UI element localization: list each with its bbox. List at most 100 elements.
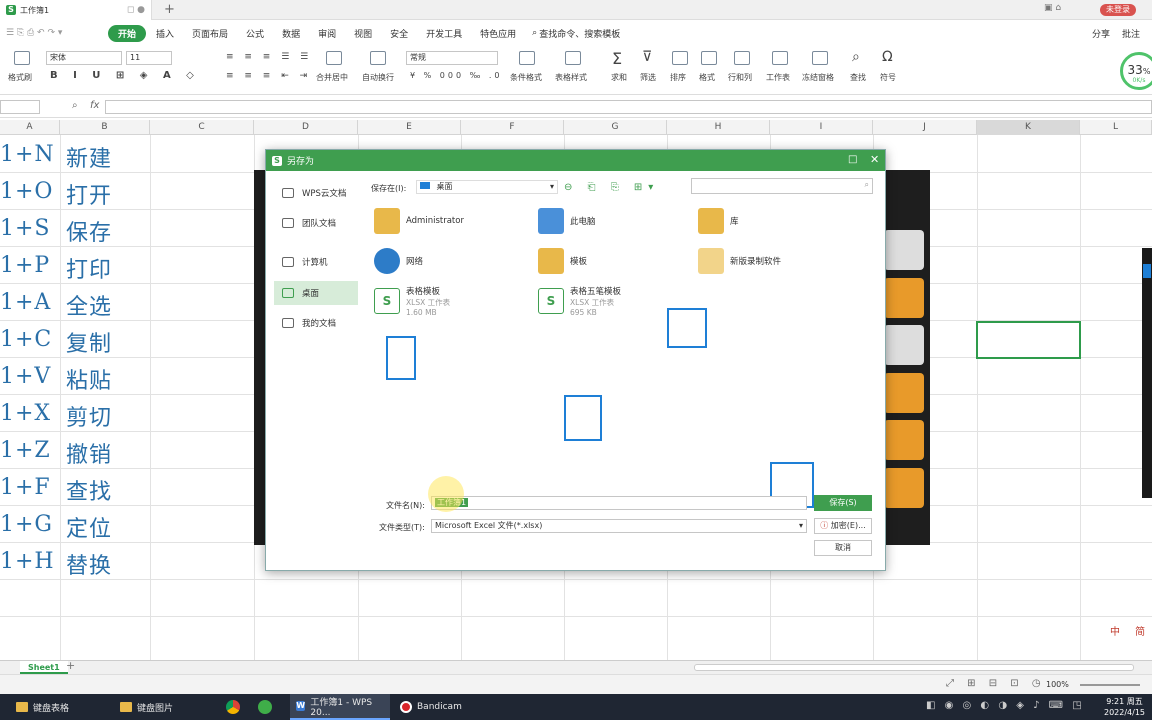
- horizontal-scrollbar[interactable]: [694, 664, 1134, 671]
- zoom-level[interactable]: 100%: [1046, 680, 1069, 689]
- cell-a2[interactable]: 1+O: [0, 179, 53, 204]
- taskbar-item-chrome[interactable]: [226, 694, 246, 720]
- column-header-h[interactable]: H: [667, 120, 770, 135]
- nav-toolbar[interactable]: ⊖ ⎗ ⎘ ⊞▾: [564, 182, 659, 193]
- command-search[interactable]: 查找命令、搜索模板: [539, 27, 620, 40]
- taskbar-item-browser[interactable]: [258, 694, 278, 720]
- cell-a4[interactable]: 1+P: [0, 253, 50, 278]
- fx-label[interactable]: fx: [90, 100, 99, 111]
- column-header-b[interactable]: B: [60, 120, 150, 135]
- sheet-tab-sheet1[interactable]: Sheet1: [20, 661, 68, 674]
- selected-cell[interactable]: [976, 321, 1081, 359]
- taskbar-item-bandicam[interactable]: Bandicam: [394, 694, 484, 720]
- menu-insert[interactable]: 插入: [148, 27, 182, 40]
- filename-input[interactable]: 工作簿1: [431, 496, 807, 510]
- sidebar-item-desktop[interactable]: 桌面: [274, 281, 358, 305]
- cell-b8[interactable]: 剪切: [66, 400, 112, 432]
- symbol-icon[interactable]: Ω: [882, 49, 893, 65]
- merge-center-icon[interactable]: [326, 51, 342, 65]
- menu-formulas[interactable]: 公式: [238, 27, 272, 40]
- menu-developer[interactable]: 开发工具: [418, 27, 470, 40]
- cell-a6[interactable]: 1+C: [0, 327, 52, 352]
- find-icon[interactable]: ⌕: [852, 49, 860, 65]
- save-button[interactable]: 保存(S): [814, 495, 872, 511]
- cell-b10[interactable]: 查找: [66, 474, 112, 506]
- sort-icon[interactable]: [672, 51, 688, 65]
- align-buttons-2[interactable]: ≡ ≡ ≡ ⇤ ⇥: [226, 71, 311, 81]
- taskbar-item-wps[interactable]: W 工作簿1 - WPS 20...: [290, 694, 390, 720]
- cell-a8[interactable]: 1+X: [0, 401, 51, 426]
- freeze-panes-icon[interactable]: [812, 51, 828, 65]
- close-icon[interactable]: ✕: [870, 153, 879, 166]
- cell-b3[interactable]: 保存: [66, 215, 112, 247]
- file-item-recorder[interactable]: 新版录制软件: [698, 248, 781, 274]
- cell-b6[interactable]: 复制: [66, 326, 112, 358]
- file-item-table-template[interactable]: S 表格模板 XLSX 工作表 1.60 MB: [374, 285, 450, 317]
- cell-a3[interactable]: 1+S: [0, 216, 51, 241]
- cell-b7[interactable]: 粘贴: [66, 363, 112, 395]
- name-box[interactable]: [0, 100, 40, 114]
- column-header-j[interactable]: J: [873, 120, 977, 135]
- column-header-c[interactable]: C: [150, 120, 254, 135]
- zoom-icon[interactable]: ⌕: [72, 100, 78, 111]
- menu-security[interactable]: 安全: [382, 27, 416, 40]
- floating-toolbar[interactable]: [1142, 248, 1152, 498]
- zoom-slider[interactable]: [1080, 684, 1140, 686]
- window-controls[interactable]: ▣ ⌂: [1044, 3, 1061, 13]
- file-item-templates[interactable]: 模板: [538, 248, 587, 274]
- save-in-select[interactable]: 桌面 ▾: [416, 180, 558, 194]
- formula-input[interactable]: [105, 100, 1152, 114]
- clock[interactable]: 9:21 周五 2022/4/15: [1104, 696, 1145, 718]
- menu-view[interactable]: 视图: [346, 27, 380, 40]
- encrypt-button[interactable]: ⓘ 加密(E)...: [814, 518, 872, 534]
- filter-icon[interactable]: ⊽: [642, 49, 652, 65]
- toolbar-active-icon[interactable]: [1143, 264, 1151, 278]
- format-icon[interactable]: [701, 51, 717, 65]
- column-header-i[interactable]: I: [770, 120, 873, 135]
- menu-data[interactable]: 数据: [274, 27, 308, 40]
- cell-b11[interactable]: 定位: [66, 511, 112, 543]
- taskbar-item-keyboard-images[interactable]: 键盘图片: [114, 694, 214, 720]
- cell-a11[interactable]: 1+G: [0, 512, 53, 537]
- table-style-icon[interactable]: [565, 51, 581, 65]
- filetype-select[interactable]: Microsoft Excel 文件(*.xlsx) ▾: [431, 519, 807, 533]
- dialog-search-input[interactable]: ⌕: [691, 178, 873, 194]
- cell-a9[interactable]: 1+Z: [0, 438, 51, 463]
- cell-b1[interactable]: 新建: [66, 141, 112, 173]
- share-button[interactable]: 分享: [1092, 27, 1110, 40]
- column-header-l[interactable]: L: [1080, 120, 1152, 135]
- file-item-this-pc[interactable]: 此电脑: [538, 208, 596, 234]
- cell-a1[interactable]: 1+N: [0, 142, 55, 167]
- view-mode-icons[interactable]: ⤢ ⊞ ⊟ ⊡ ◷: [946, 678, 1046, 689]
- add-sheet-button[interactable]: +: [66, 659, 75, 672]
- column-header-e[interactable]: E: [358, 120, 461, 135]
- column-header-d[interactable]: D: [254, 120, 358, 135]
- font-name-select[interactable]: 宋体: [46, 51, 122, 65]
- column-header-k[interactable]: K: [977, 120, 1080, 135]
- font-style-buttons[interactable]: B I U ⊞ ◈ A ◇: [50, 70, 200, 81]
- format-painter-icon[interactable]: [14, 51, 30, 65]
- menu-icons[interactable]: ☰ ⎘ ⎙ ↶ ↷ ▾: [6, 28, 106, 38]
- cell-b5[interactable]: 全选: [66, 289, 112, 321]
- menu-page-layout[interactable]: 页面布局: [184, 27, 236, 40]
- cell-b2[interactable]: 打开: [66, 178, 112, 210]
- file-item-network[interactable]: 网络: [374, 248, 423, 274]
- menu-review[interactable]: 审阅: [310, 27, 344, 40]
- sidebar-item-wps-cloud[interactable]: WPS云文档: [274, 181, 358, 205]
- sidebar-item-computer[interactable]: 计算机: [274, 250, 358, 274]
- menu-home[interactable]: 开始: [108, 24, 147, 42]
- file-item-library[interactable]: 库: [698, 208, 739, 234]
- file-item-administrator[interactable]: Administrator: [374, 208, 464, 234]
- column-header-a[interactable]: A: [0, 120, 60, 135]
- sidebar-item-my-documents[interactable]: 我的文档: [274, 311, 358, 335]
- sidebar-item-team-docs[interactable]: 团队文档: [274, 211, 358, 235]
- wrap-text-icon[interactable]: [370, 51, 386, 65]
- align-buttons[interactable]: ≡ ≡ ≡ ☰ ☰: [226, 52, 312, 62]
- conditional-format-icon[interactable]: [519, 51, 535, 65]
- comment-button[interactable]: 批注: [1122, 27, 1140, 40]
- user-login-badge[interactable]: 未登录: [1100, 4, 1136, 16]
- number-format-buttons[interactable]: ¥ % 000 ‰ .0: [410, 71, 503, 80]
- cell-a5[interactable]: 1+A: [0, 290, 51, 315]
- worksheet-icon[interactable]: [772, 51, 788, 65]
- file-item-wubi-template[interactable]: S 表格五笔模板 XLSX 工作表 695 KB: [538, 285, 621, 317]
